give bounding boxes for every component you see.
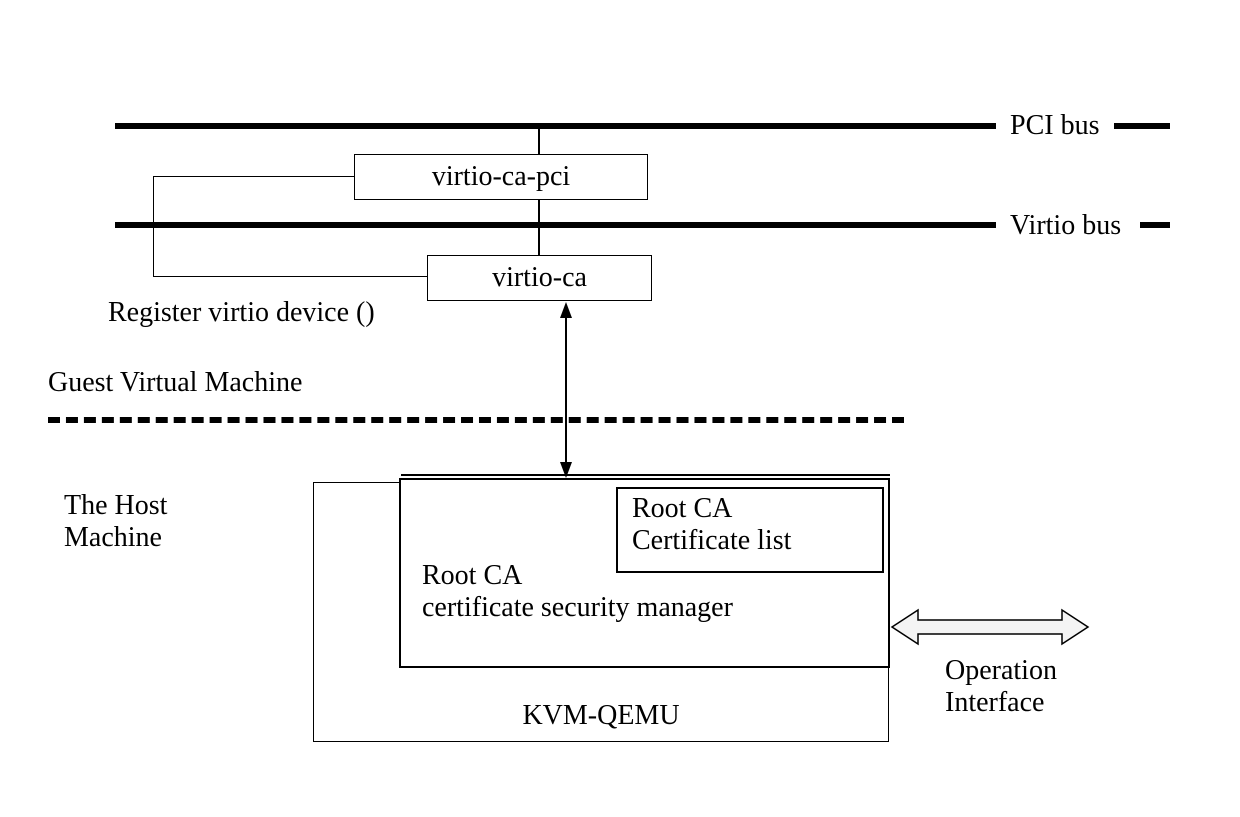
operation-interface-label: Operation Interface	[945, 655, 1057, 719]
diagram-canvas: PCI bus virtio-ca-pci Virtio bus virtio-…	[0, 0, 1240, 817]
operation-interface-line1: Operation	[945, 655, 1057, 686]
operation-interface-line2: Interface	[945, 687, 1044, 718]
